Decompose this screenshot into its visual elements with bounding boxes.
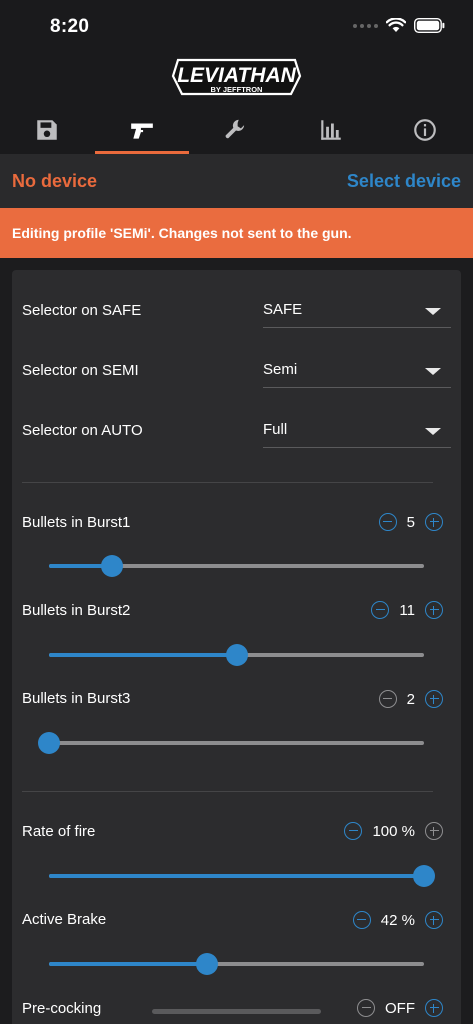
battery-icon (414, 18, 445, 33)
logo-text: LEVIATHAN (177, 64, 296, 87)
pre-cocking-label: Pre-cocking (22, 1000, 102, 1017)
logo-subtext: BY JEFFTRON (211, 85, 263, 94)
slider-thumb[interactable] (413, 865, 435, 887)
burst3-decrement-button[interactable] (378, 690, 397, 708)
slider-thumb[interactable] (38, 732, 60, 754)
leviathan-logo: LEVIATHAN BY JEFFTRON (171, 58, 302, 96)
banner-text: Editing profile 'SEMi'. Changes not sent… (12, 225, 352, 241)
burst1-decrement-button[interactable] (378, 513, 397, 531)
slider-fill (49, 653, 237, 657)
slider-thumb[interactable] (195, 953, 218, 975)
burst2-label: Bullets in Burst2 (22, 602, 131, 619)
slider-thumb[interactable] (225, 644, 248, 666)
home-indicator[interactable] (152, 1009, 321, 1014)
rate-of-fire-stepper: 100 % (344, 821, 443, 841)
tab-gun[interactable] (95, 106, 189, 154)
app-header: LEVIATHAN BY JEFFTRON (0, 50, 473, 154)
selector-semi-dropdown[interactable]: Semi (263, 354, 451, 388)
rate-of-fire-decrement-button[interactable] (344, 822, 363, 840)
burst1-label: Bullets in Burst1 (22, 514, 131, 531)
rate-of-fire-label: Rate of fire (22, 823, 96, 840)
active-brake-decrement-button[interactable] (352, 911, 371, 929)
burst3-stepper: 2 (378, 689, 443, 709)
info-icon (414, 119, 436, 141)
selector-auto-label: Selector on AUTO (22, 422, 143, 439)
selector-auto-value: Full (263, 421, 288, 438)
active-brake-stepper: 42 % (352, 910, 443, 930)
status-time: 8:20 (50, 16, 90, 37)
burst3-slider[interactable] (38, 731, 424, 755)
burst2-stepper: 11 (371, 600, 443, 620)
pre-cocking-stepper: OFF (357, 998, 443, 1018)
wrench-icon (225, 119, 245, 139)
profile-warning-banner: Editing profile 'SEMi'. Changes not sent… (0, 208, 473, 258)
burst1-stepper: 5 (378, 512, 443, 532)
burst2-value: 11 (399, 601, 415, 619)
burst2-decrement-button[interactable] (371, 601, 390, 619)
tab-bar (0, 106, 473, 154)
selector-semi-label: Selector on SEMI (22, 362, 139, 379)
pre-cocking-decrement-button[interactable] (357, 999, 375, 1017)
active-brake-label: Active Brake (22, 911, 107, 928)
profile-settings-card: Selector on SAFE SAFE Selector on SEMI S… (12, 270, 461, 1024)
selector-auto-dropdown[interactable]: Full (263, 414, 451, 448)
burst1-increment-button[interactable] (425, 513, 443, 531)
selector-semi-value: Semi (263, 361, 298, 378)
chevron-down-icon (425, 428, 441, 435)
select-device-button[interactable]: Select device (347, 171, 461, 192)
rate-of-fire-value: 100 % (372, 822, 415, 840)
device-status: No device (12, 171, 98, 191)
slider-thumb[interactable] (100, 555, 123, 577)
pre-cocking-value: OFF (385, 999, 415, 1017)
save-icon (37, 120, 57, 140)
selector-safe-label: Selector on SAFE (22, 302, 142, 319)
chevron-down-icon (425, 308, 441, 315)
section-divider (22, 791, 433, 792)
chevron-down-icon (425, 368, 441, 375)
burst2-increment-button[interactable] (425, 601, 443, 619)
burst3-label: Bullets in Burst3 (22, 690, 131, 707)
burst1-value: 5 (406, 513, 415, 531)
gun-icon (131, 123, 153, 139)
selector-safe-dropdown[interactable]: SAFE (263, 294, 451, 328)
cellular-signal-icon (353, 23, 378, 28)
section-divider (22, 482, 433, 483)
tab-settings[interactable] (189, 106, 283, 154)
rate-of-fire-slider[interactable] (49, 864, 435, 888)
tab-statistics[interactable] (284, 106, 378, 154)
wifi-icon (386, 18, 406, 32)
device-bar: No device Select device (0, 154, 473, 208)
pre-cocking-increment-button[interactable] (425, 999, 443, 1017)
slider-fill (49, 962, 207, 966)
slider-fill (49, 874, 424, 878)
active-brake-value: 42 % (380, 911, 415, 929)
slider-track (49, 741, 424, 745)
burst2-slider[interactable] (49, 643, 424, 667)
tab-info[interactable] (378, 106, 472, 154)
burst3-increment-button[interactable] (425, 690, 443, 708)
rate-of-fire-increment-button[interactable] (425, 822, 443, 840)
bar-chart-icon (321, 120, 341, 140)
active-brake-increment-button[interactable] (425, 911, 443, 929)
status-icons (353, 18, 445, 33)
burst3-value: 2 (406, 690, 415, 708)
selector-safe-value: SAFE (263, 301, 303, 318)
active-brake-slider[interactable] (49, 952, 424, 976)
tab-save[interactable] (0, 106, 94, 154)
status-bar: 8:20 (0, 0, 473, 50)
burst1-slider[interactable] (49, 554, 424, 578)
